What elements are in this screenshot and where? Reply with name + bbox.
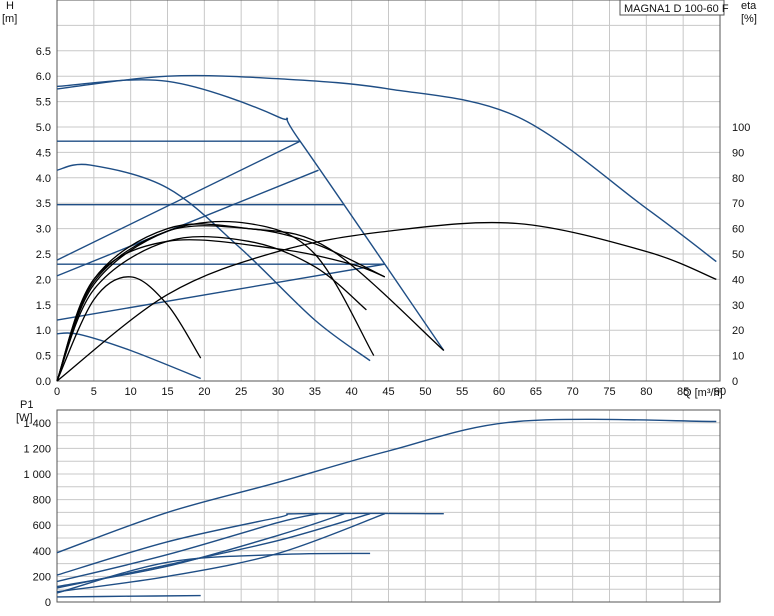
x-tick-label: 0 <box>54 386 60 398</box>
power-curve <box>56 418 717 554</box>
y-tick-label: 3.5 <box>36 198 51 210</box>
y2-tick-label: 70 <box>732 198 744 210</box>
power-curve <box>56 513 345 588</box>
x-tick-label: 55 <box>456 386 468 398</box>
head-curve <box>56 169 319 277</box>
chart-title: MAGNA1 D 100-60 F <box>624 3 729 15</box>
p1-tick-label: 1 000 <box>23 469 51 481</box>
x-tick-label: 40 <box>346 386 358 398</box>
x-axis-label: Q [m³/h] <box>683 387 723 399</box>
x-tick-label: 20 <box>198 386 210 398</box>
top-panel-grid <box>56 0 721 382</box>
efficiency-curve <box>56 225 386 382</box>
p1-tick-label: 0 <box>45 597 51 609</box>
efficiency-curve <box>56 221 717 382</box>
p1-tick-label: 400 <box>33 546 51 558</box>
efficiency-curve <box>56 239 386 382</box>
x-tick-label: 25 <box>235 386 247 398</box>
y-axis-label: H <box>6 0 14 12</box>
pump-performance-chart: 0 5 10 15 20 25 30 35 40 45 50 55 60 65 70 75 80 85 90 0.0 0… <box>0 0 774 611</box>
head-curve <box>56 263 385 321</box>
bottom-panel-axes: 02004006008001 0001 2001 400 <box>23 409 721 609</box>
y2-tick-label: 30 <box>732 300 744 312</box>
y-tick-label: 2.5 <box>36 249 51 261</box>
y-tick-label: 6.5 <box>36 46 51 58</box>
y-tick-label: 0.5 <box>36 351 51 363</box>
head-curve <box>56 74 717 263</box>
y-tick-label: 6.0 <box>36 71 51 83</box>
y2-tick-label: 20 <box>732 325 744 337</box>
efficiency-curve <box>56 223 445 382</box>
y2-tick-label: 0 <box>732 376 738 388</box>
bottom-panel-grid <box>56 409 721 603</box>
efficiency-curve <box>56 276 202 382</box>
head-curve <box>56 163 371 362</box>
y-tick-label: 0.0 <box>36 376 51 388</box>
x-tick-label: 50 <box>419 386 431 398</box>
y-tick-label: 3.0 <box>36 224 51 236</box>
power-curve <box>56 552 371 594</box>
x-tick-label: 75 <box>603 386 615 398</box>
x-tick-label: 60 <box>493 386 505 398</box>
x-tick-label: 45 <box>382 386 394 398</box>
p1-tick-label: 800 <box>33 495 51 507</box>
y-axis-unit: [m] <box>2 13 17 25</box>
y2-axis-unit: [%] <box>741 13 757 25</box>
y2-tick-label: 50 <box>732 249 744 261</box>
y2-tick-label: 100 <box>732 122 750 134</box>
p1-axis-label: P1 <box>20 399 33 411</box>
efficiency-curve <box>56 220 375 382</box>
y-tick-label: 4.5 <box>36 147 51 159</box>
y2-tick-label: 40 <box>732 274 744 286</box>
x-tick-label: 10 <box>125 386 137 398</box>
p1-tick-label: 200 <box>33 571 51 583</box>
top-panel-axes: 0 5 10 15 20 25 30 35 40 45 50 55 60 65 70 75 80 85 900.00… <box>36 0 750 398</box>
p1-axis-unit: [W] <box>16 412 33 424</box>
y2-tick-label: 80 <box>732 173 744 185</box>
power-curve <box>56 513 319 583</box>
x-tick-label: 15 <box>161 386 173 398</box>
efficiency-curve <box>56 235 367 382</box>
y-tick-label: 2.0 <box>36 274 51 286</box>
p1-tick-label: 600 <box>33 520 51 532</box>
y2-tick-label: 90 <box>732 147 744 159</box>
p1-tick-label: 1 200 <box>23 443 51 455</box>
y-tick-label: 5.0 <box>36 122 51 134</box>
y2-axis-label: eta <box>741 0 757 12</box>
x-tick-label: 65 <box>530 386 542 398</box>
y-tick-label: 1.0 <box>36 325 51 337</box>
x-tick-label: 35 <box>309 386 321 398</box>
y-tick-label: 4.0 <box>36 173 51 185</box>
y-tick-label: 1.5 <box>36 300 51 312</box>
power-curve <box>56 594 201 598</box>
x-tick-label: 80 <box>640 386 652 398</box>
x-tick-label: 30 <box>272 386 284 398</box>
chart-canvas: 0 5 10 15 20 25 30 35 40 45 50 55 60 65 70 75 80 85 900.00… <box>2 0 757 609</box>
y2-tick-label: 10 <box>732 351 744 363</box>
y2-tick-label: 60 <box>732 224 744 236</box>
bottom-panel-series <box>56 418 717 598</box>
x-tick-label: 5 <box>91 386 97 398</box>
y-tick-label: 5.5 <box>36 97 51 109</box>
x-tick-label: 70 <box>567 386 579 398</box>
